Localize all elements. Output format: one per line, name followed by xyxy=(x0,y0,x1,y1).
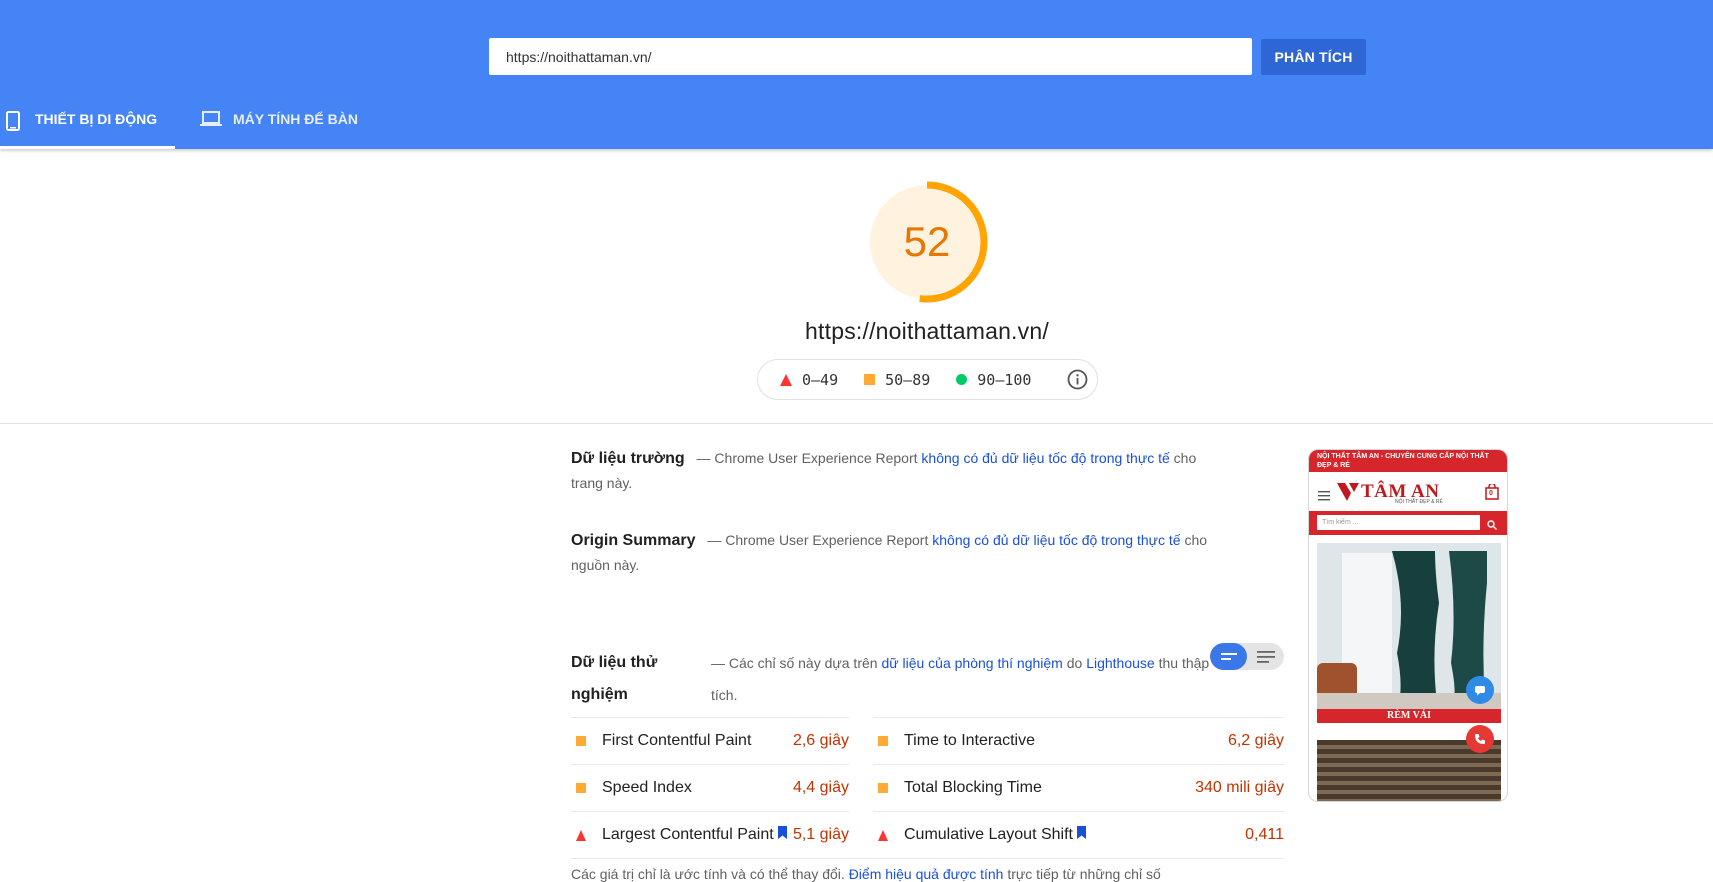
average-square-icon xyxy=(576,783,586,793)
preview-topbar: NỘI THẤT TÂM AN - CHUYÊN CUNG CẤP NỘI TH… xyxy=(1309,450,1507,472)
metric-row: Total Blocking Time 340 mili giây xyxy=(873,764,1284,811)
smartphone-icon xyxy=(6,111,20,134)
metric-row: Largest Contentful Paint 5,1 giây xyxy=(571,811,849,858)
metric-row: Speed Index 4,4 giây xyxy=(571,764,849,811)
field-data-section: Dữ liệu trường — Chrome User Experience … xyxy=(571,450,1197,491)
legend-pass: 90–100 xyxy=(956,371,1031,389)
average-square-icon xyxy=(878,736,888,746)
tab-mobile[interactable]: THIẾT BỊ DI ĐỘNG xyxy=(0,102,175,149)
lighthouse-link[interactable]: Lighthouse xyxy=(1086,655,1155,671)
lab-data-title: Dữ liệu thử nghiệm xyxy=(571,654,658,703)
phone-call-icon xyxy=(1466,725,1494,753)
tab-mobile-label: THIẾT BỊ DI ĐỘNG xyxy=(35,111,158,127)
metric-row: First Contentful Paint 2,6 giây xyxy=(571,717,849,764)
performance-score: 52 xyxy=(903,218,951,265)
cart-count: 0 xyxy=(1489,490,1493,497)
legend-average: 50–89 xyxy=(864,371,930,389)
section-divider xyxy=(0,423,1713,424)
analyzed-url: https://noithattaman.vn/ xyxy=(805,318,1049,344)
metrics-bottom-border xyxy=(571,858,1284,859)
search-icon xyxy=(1487,517,1497,535)
field-data-link[interactable]: không có đủ dữ liệu tốc độ trong thực tế xyxy=(921,450,1169,466)
fail-triangle-icon xyxy=(878,829,888,841)
preview-search-input: Tìm kiếm ... xyxy=(1317,515,1480,530)
url-input[interactable] xyxy=(489,38,1252,75)
average-square-icon xyxy=(878,783,888,793)
compact-view-icon[interactable] xyxy=(1210,643,1247,670)
bookmark-icon[interactable] xyxy=(777,826,787,844)
score-legend: 0–49 50–89 90–100 xyxy=(757,359,1098,400)
analyze-button[interactable]: PHÂN TÍCH xyxy=(1261,39,1366,75)
brand-logo-icon xyxy=(1337,483,1361,506)
mobile-screenshot-preview: NỘI THẤT TÂM AN - CHUYÊN CUNG CẤP NỘI TH… xyxy=(1308,449,1508,802)
origin-summary-link[interactable]: không có đủ dữ liệu tốc độ trong thực tế xyxy=(932,532,1180,548)
expanded-view-icon[interactable] xyxy=(1247,643,1284,670)
field-data-title: Dữ liệu trường xyxy=(571,450,685,467)
lab-data-link[interactable]: dữ liệu của phòng thí nghiệm xyxy=(881,655,1062,671)
preview-caption: RÈM VẢI xyxy=(1317,709,1501,723)
metrics-view-toggle[interactable] xyxy=(1210,643,1284,670)
laptop-icon xyxy=(200,111,222,130)
tab-desktop-label: MÁY TÍNH ĐỂ BÀN xyxy=(233,111,358,127)
metric-row: Cumulative Layout Shift 0,411 xyxy=(873,811,1284,858)
preview-logo-bar: TÂM AN NỘI THẤT ĐẸP & RẺ 0 xyxy=(1309,476,1507,510)
preview-brand-sub: NỘI THẤT ĐẸP & RẺ xyxy=(1395,499,1443,505)
origin-summary-section: Origin Summary — Chrome User Experience … xyxy=(571,532,1208,573)
bookmark-icon[interactable] xyxy=(1076,826,1086,844)
preview-search-bar: Tìm kiếm ... xyxy=(1309,511,1507,535)
legend-fail: 0–49 xyxy=(780,371,838,389)
circle-icon xyxy=(956,374,968,385)
square-icon xyxy=(864,374,876,385)
fail-triangle-icon xyxy=(576,829,586,841)
average-square-icon xyxy=(576,736,586,746)
info-icon[interactable] xyxy=(1067,369,1088,395)
origin-summary-title: Origin Summary xyxy=(571,532,696,549)
triangle-icon xyxy=(780,373,792,386)
metric-row: Time to Interactive 6,2 giây xyxy=(873,717,1284,764)
hamburger-icon xyxy=(1318,488,1330,506)
header-bar: PHÂN TÍCH THIẾT BỊ DI ĐỘNG MÁY TÍNH ĐỂ B… xyxy=(0,0,1713,149)
chat-icon xyxy=(1466,676,1494,704)
lab-data-description: — Các chỉ số này dựa trên dữ liệu của ph… xyxy=(711,655,1210,703)
tab-desktop[interactable]: MÁY TÍNH ĐỂ BÀN xyxy=(200,102,370,149)
